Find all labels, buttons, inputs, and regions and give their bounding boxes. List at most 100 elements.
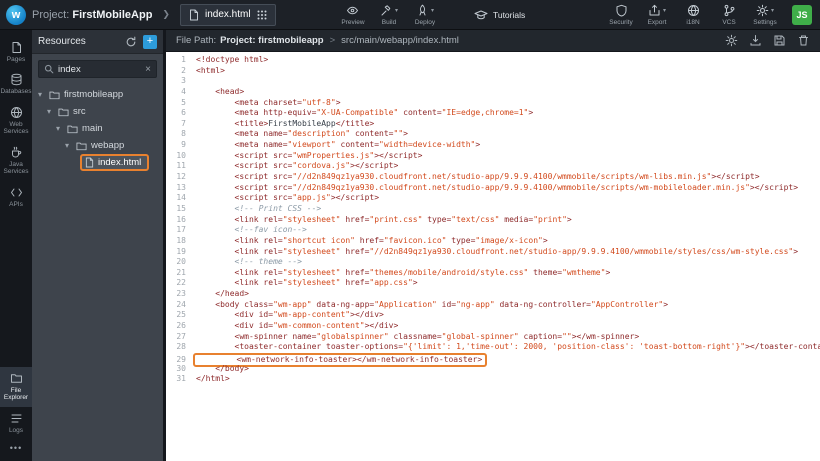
file-tab-label: index.html [205, 9, 251, 20]
code-line-14[interactable]: 14 <script src="app.js"></script> [170, 193, 820, 204]
open-file-tab[interactable]: index.html [180, 4, 276, 26]
user-avatar[interactable]: JS [792, 5, 812, 25]
code-line-15[interactable]: 15 <!-- Print CSS --> [170, 204, 820, 215]
rail-item-file-explorer[interactable]: File Explorer [0, 367, 32, 407]
editor-area: File Path: Project: firstmobileapp > src… [166, 30, 820, 461]
deploy-rocket-icon [416, 4, 429, 17]
resources-title: Resources [38, 36, 119, 47]
line-number: 7 [170, 119, 186, 130]
code-line-7[interactable]: 7 <title>FirstMobileApp</title> [170, 119, 820, 130]
clear-search-icon[interactable]: × [145, 64, 151, 75]
settings-button[interactable]: ▾ Settings [750, 4, 780, 26]
tree-folder-main[interactable]: ▾ main [32, 120, 163, 137]
preview-button[interactable]: Preview [338, 4, 368, 26]
tree-file-index-html[interactable]: index.html [32, 154, 163, 171]
code-line-22[interactable]: 22 <link rel="stylesheet" href="app.css"… [170, 278, 820, 289]
code-line-17[interactable]: 17 <!--fav icon--> [170, 225, 820, 236]
delete-trash-icon[interactable] [797, 34, 810, 47]
code-line-16[interactable]: 16 <link rel="stylesheet" href="print.cs… [170, 215, 820, 226]
code-line-26[interactable]: 26 <div id="wm-common-content"></div> [170, 321, 820, 332]
line-number: 8 [170, 129, 186, 140]
code-line-5[interactable]: 5 <meta charset="utf-8"> [170, 98, 820, 109]
code-line-27[interactable]: 27 <wm-spinner name="globalspinner" clas… [170, 332, 820, 343]
code-line-10[interactable]: 10 <script src="wmProperties.js"></scrip… [170, 151, 820, 162]
refresh-icon[interactable] [125, 36, 137, 48]
caret-down-icon[interactable]: ▾ [47, 107, 54, 116]
line-number: 16 [170, 215, 186, 226]
rail-item-logs[interactable]: Logs [0, 407, 32, 439]
code-line-21[interactable]: 21 <link rel="stylesheet" href="themes/m… [170, 268, 820, 279]
code-text: <title>FirstMobileApp</title> [196, 119, 374, 128]
code-editor[interactable]: 1<!doctype html>2<html>34 <head>5 <meta … [166, 52, 820, 461]
caret-down-icon[interactable]: ▾ [65, 141, 72, 150]
search-input[interactable] [58, 64, 141, 75]
deploy-button[interactable]: ▾ Deploy [410, 4, 440, 26]
preview-eye-icon [346, 4, 359, 17]
code-line-25[interactable]: 25 <div id="wm-app-content"></div> [170, 310, 820, 321]
code-line-18[interactable]: 18 <link rel="shortcut icon" href="favic… [170, 236, 820, 247]
save-icon[interactable] [773, 34, 786, 47]
code-line-1[interactable]: 1<!doctype html> [170, 55, 820, 66]
code-line-8[interactable]: 8 <meta name="description" content=""> [170, 129, 820, 140]
api-brackets-icon [10, 186, 23, 199]
annotation-highlight-box: index.html [80, 154, 149, 171]
file-tree: ▾ firstmobileapp ▾ src ▾ main ▾ webapp [32, 84, 163, 173]
code-line-31[interactable]: 31</html> [170, 374, 820, 385]
vcs-button[interactable]: VCS [714, 4, 744, 26]
tree-label: main [82, 123, 103, 134]
rail-item-java-services[interactable]: Java Services [0, 141, 32, 181]
rail-item-databases[interactable]: Databases [0, 68, 32, 100]
line-number: 11 [170, 161, 186, 172]
rail-item-web-services[interactable]: Web Services [0, 101, 32, 141]
code-line-4[interactable]: 4 <head> [170, 87, 820, 98]
code-text: <link rel="stylesheet" href="//d2n849qz1… [196, 247, 798, 256]
folder-icon [49, 90, 60, 100]
code-line-23[interactable]: 23 </head> [170, 289, 820, 300]
line-number: 19 [170, 247, 186, 258]
code-line-2[interactable]: 2<html> [170, 66, 820, 77]
code-line-19[interactable]: 19 <link rel="stylesheet" href="//d2n849… [170, 247, 820, 258]
code-text: <meta charset="utf-8"> [196, 98, 341, 107]
rail-item-pages[interactable]: Pages [0, 36, 32, 68]
download-icon[interactable] [749, 34, 762, 47]
code-line-20[interactable]: 20 <!-- theme --> [170, 257, 820, 268]
code-text: <wm-spinner name="globalspinner" classna… [196, 332, 639, 341]
code-text: <link rel="shortcut icon" href="favicon.… [196, 236, 548, 245]
code-text: <!-- Print CSS --> [196, 204, 321, 213]
code-line-9[interactable]: 9 <meta name="viewport" content="width=d… [170, 140, 820, 151]
export-button[interactable]: ▾ Export [642, 4, 672, 26]
tree-folder-webapp[interactable]: ▾ webapp [32, 137, 163, 154]
code-line-13[interactable]: 13 <script src="//d2n849qz1ya930.cloudfr… [170, 183, 820, 194]
code-line-3[interactable]: 3 [170, 76, 820, 87]
code-line-29[interactable]: 29 <wm-network-info-toaster></wm-network… [170, 353, 820, 364]
code-line-12[interactable]: 12 <script src="//d2n849qz1ya930.cloudfr… [170, 172, 820, 183]
tutorials-button[interactable]: Tutorials [474, 9, 525, 21]
rail-item-apis[interactable]: APIs [0, 181, 32, 213]
resource-search-box: × [38, 60, 157, 78]
code-line-6[interactable]: 6 <meta http-equiv="X-UA-Compatible" con… [170, 108, 820, 119]
code-line-28[interactable]: 28 <toaster-container toaster-options="{… [170, 342, 820, 353]
file-icon [85, 157, 94, 168]
caret-down-icon[interactable]: ▾ [56, 124, 63, 133]
build-button[interactable]: ▾ Build [374, 4, 404, 26]
code-text: <body class="wm-app" data-ng-app="Applic… [196, 300, 668, 309]
code-line-11[interactable]: 11 <script src="cordova.js"></script> [170, 161, 820, 172]
editor-settings-gear-icon[interactable] [725, 34, 738, 47]
caret-down-icon: ▾ [431, 7, 434, 14]
i18n-button[interactable]: i18N [678, 4, 708, 26]
line-number: 18 [170, 236, 186, 247]
line-number: 2 [170, 66, 186, 77]
line-number: 25 [170, 310, 186, 321]
caret-down-icon[interactable]: ▾ [38, 90, 45, 99]
web-globe-icon [10, 106, 23, 119]
tree-label: webapp [91, 140, 124, 151]
wavemaker-logo-icon[interactable]: w [6, 5, 26, 25]
grid-menu-icon[interactable] [257, 10, 267, 20]
tree-folder-src[interactable]: ▾ src [32, 103, 163, 120]
code-text: <head> [196, 87, 244, 96]
security-button[interactable]: Security [606, 4, 636, 26]
more-options-icon[interactable]: ••• [0, 439, 32, 457]
add-resource-button[interactable]: + [143, 35, 157, 49]
code-line-24[interactable]: 24 <body class="wm-app" data-ng-app="App… [170, 300, 820, 311]
tree-folder-firstmobileapp[interactable]: ▾ firstmobileapp [32, 86, 163, 103]
